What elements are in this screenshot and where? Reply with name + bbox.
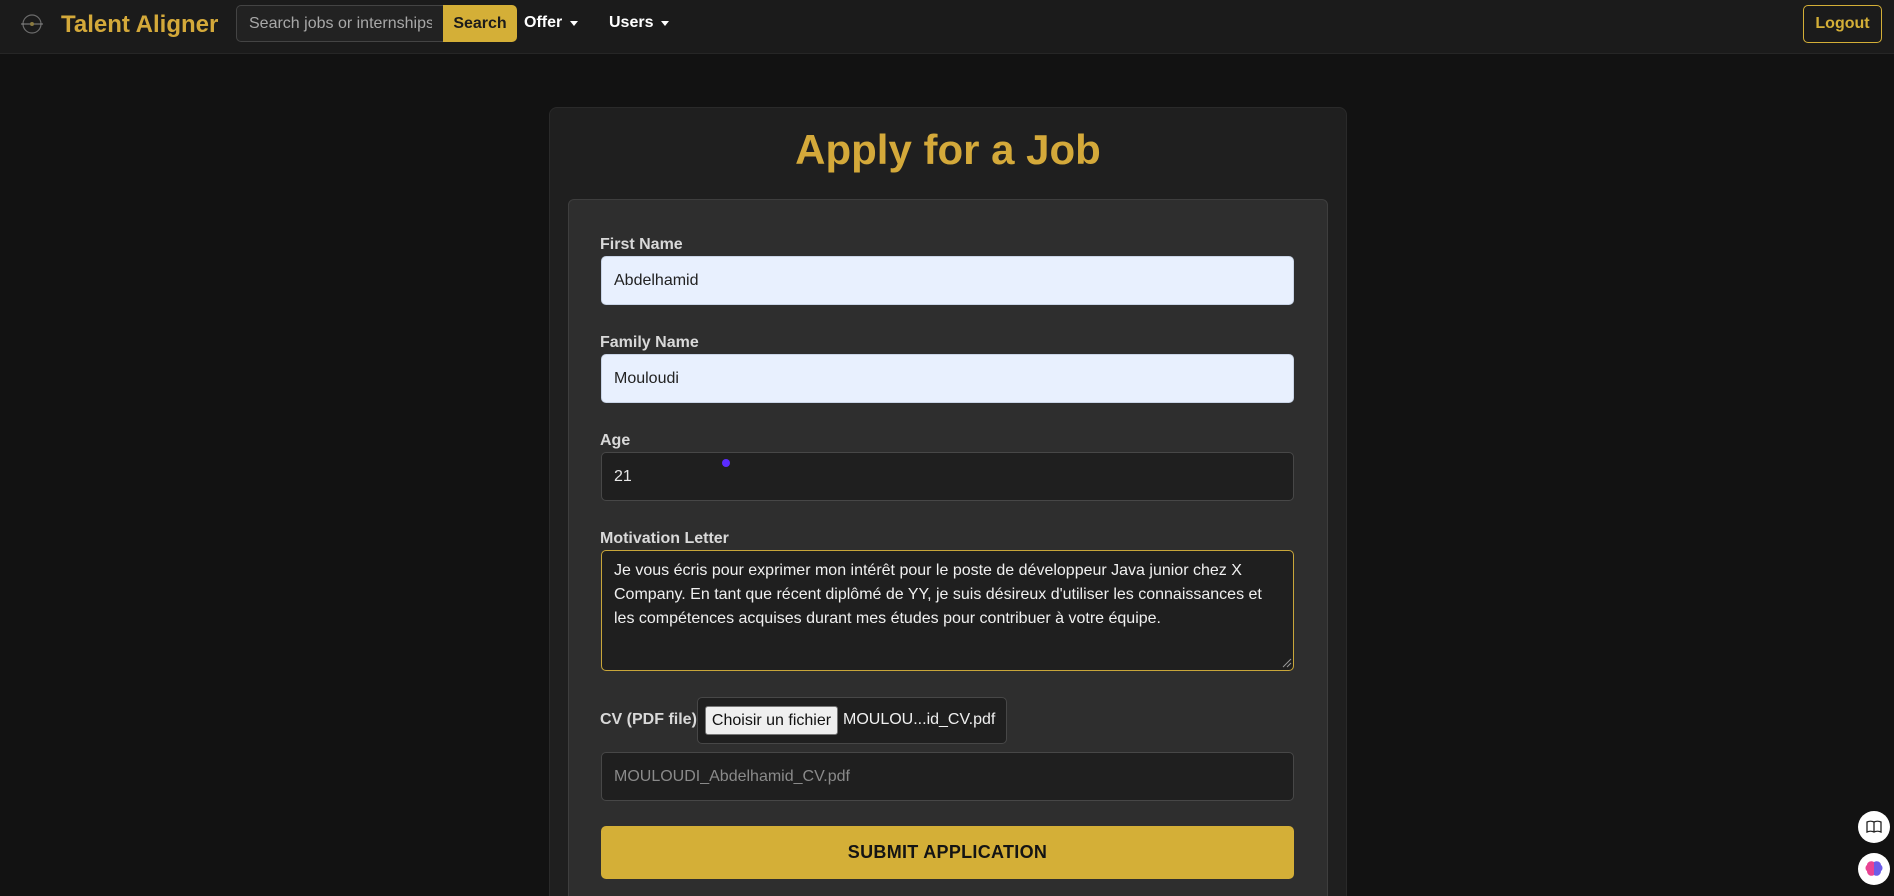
book-icon[interactable] bbox=[1858, 811, 1890, 843]
caret-down-icon bbox=[570, 20, 579, 26]
users-menu-label: Users bbox=[609, 14, 654, 31]
mouse-cursor-dot bbox=[722, 459, 730, 467]
choose-file-button[interactable]: Choisir un fichier bbox=[705, 706, 838, 735]
submit-application-button[interactable]: SUBMIT APPLICATION bbox=[601, 826, 1294, 879]
family-name-input[interactable] bbox=[601, 354, 1294, 403]
brain-icon[interactable] bbox=[1858, 853, 1890, 885]
first-name-label: First Name bbox=[600, 236, 683, 253]
search-input[interactable] bbox=[236, 5, 444, 42]
offer-menu[interactable]: Offer bbox=[524, 14, 579, 32]
motivation-letter-label: Motivation Letter bbox=[600, 530, 729, 547]
family-name-label: Family Name bbox=[600, 334, 699, 351]
cv-label: CV (PDF file) bbox=[600, 711, 697, 728]
users-menu[interactable]: Users bbox=[609, 14, 670, 32]
resize-handle-icon[interactable] bbox=[1282, 658, 1292, 668]
logout-button[interactable]: Logout bbox=[1803, 5, 1882, 43]
chosen-file-name: MOULOU...id_CV.pdf bbox=[843, 711, 996, 728]
age-label: Age bbox=[600, 432, 631, 449]
offer-menu-label: Offer bbox=[524, 14, 563, 31]
brand-name[interactable]: Talent Aligner bbox=[61, 11, 218, 39]
age-input[interactable] bbox=[601, 452, 1294, 501]
search-button[interactable]: Search bbox=[443, 5, 517, 42]
motivation-letter-textarea[interactable]: Je vous écris pour exprimer mon intérêt … bbox=[601, 550, 1294, 671]
page-title: Apply for a Job bbox=[795, 126, 1101, 173]
compass-logo-icon[interactable] bbox=[19, 12, 45, 36]
caret-down-icon bbox=[661, 20, 670, 26]
first-name-input[interactable] bbox=[601, 256, 1294, 305]
cv-filename-field[interactable] bbox=[601, 752, 1294, 801]
